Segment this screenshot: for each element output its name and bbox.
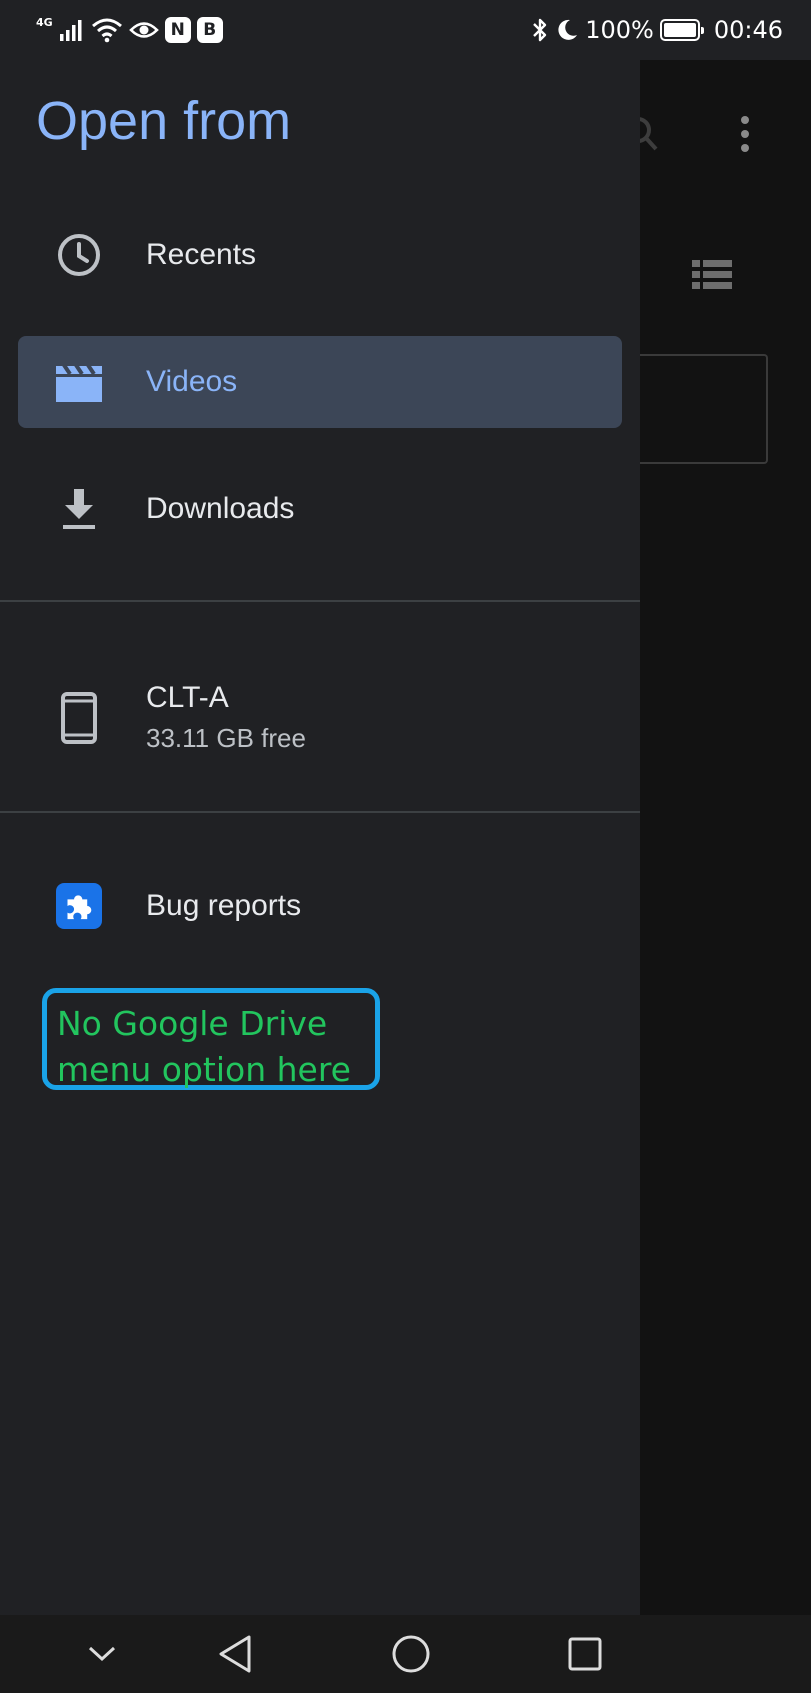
- drawer-divider: [0, 600, 640, 602]
- b-status-icon: B: [196, 17, 223, 43]
- status-right: 100% 00:46: [531, 14, 783, 46]
- drawer-divider: [0, 811, 640, 813]
- status-left: 4G N B: [36, 14, 223, 46]
- more-options-icon[interactable]: [738, 112, 752, 156]
- status-bar: 4G N B 100% 00:46: [0, 0, 811, 60]
- background-app[interactable]: [640, 60, 811, 1615]
- battery-percent: 100%: [585, 16, 654, 44]
- annotation-line: menu option here: [57, 1050, 351, 1089]
- home-icon[interactable]: [386, 1629, 436, 1679]
- battery-icon: [659, 19, 704, 41]
- drawer-item-bug-reports[interactable]: Bug reports: [18, 860, 622, 952]
- chevron-down-icon[interactable]: [77, 1629, 127, 1679]
- drawer-item-downloads[interactable]: Downloads: [18, 463, 622, 555]
- network-type: 4G: [36, 15, 53, 29]
- moon-icon: [558, 19, 578, 40]
- drawer-item-videos[interactable]: Videos: [18, 336, 622, 428]
- back-icon[interactable]: [210, 1629, 260, 1679]
- drawer-item-device-storage[interactable]: CLT-A 33.11 GB free: [18, 669, 622, 767]
- storage-free-space: 33.11 GB free: [146, 723, 306, 753]
- drawer-title: Open from: [36, 91, 292, 151]
- recent-apps-icon[interactable]: [560, 1629, 610, 1679]
- clock-time: 00:46: [713, 16, 783, 44]
- drawer-item-label: Downloads: [146, 492, 295, 525]
- eye-icon: [128, 22, 159, 38]
- clock-icon: [56, 232, 102, 278]
- navigation-drawer: Open from Recents Videos Downloads CLT-A…: [0, 60, 640, 1615]
- annotation-callout: No Google Drive menu option here: [42, 988, 380, 1090]
- puzzle-icon: [56, 883, 102, 929]
- wifi-icon: [91, 18, 122, 43]
- annotation-line: No Google Drive: [57, 1004, 328, 1043]
- drawer-item-label: Bug reports: [146, 889, 302, 922]
- system-navigation-bar: [0, 1615, 811, 1693]
- signal-icon: [59, 20, 82, 41]
- download-icon: [56, 486, 102, 532]
- list-view-icon[interactable]: [692, 258, 732, 292]
- storage-name: CLT-A: [146, 681, 229, 714]
- drawer-item-recents[interactable]: Recents: [18, 209, 622, 301]
- nfc-icon: N: [164, 17, 191, 43]
- drawer-item-label: Videos: [146, 365, 238, 398]
- bluetooth-icon: [533, 18, 547, 42]
- drawer-item-label: Recents: [146, 238, 257, 271]
- video-clapper-icon: [56, 359, 102, 405]
- background-card[interactable]: [620, 354, 768, 464]
- phone-icon: [56, 692, 102, 744]
